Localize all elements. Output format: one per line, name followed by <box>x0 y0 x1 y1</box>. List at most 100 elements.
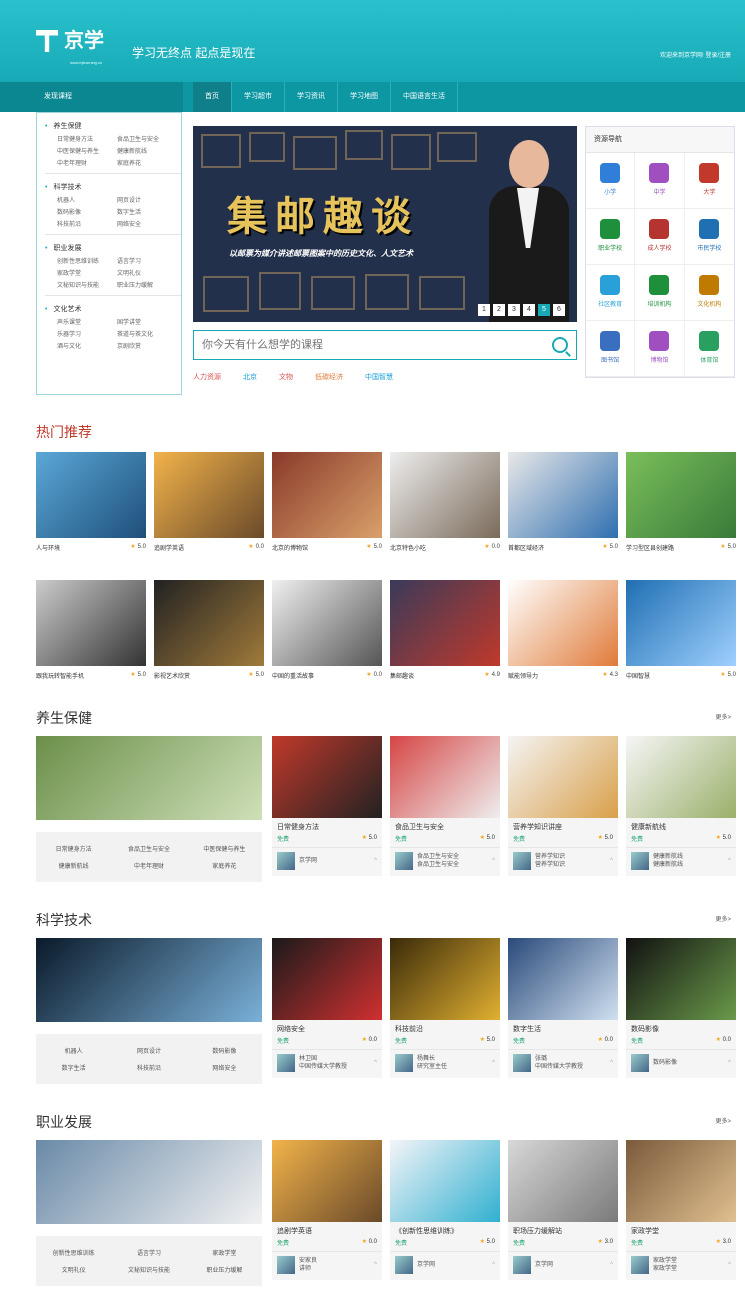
course-title[interactable]: 网络安全 <box>272 1020 382 1036</box>
course-card[interactable]: 学习型区县创建路 ★ 5.0 <box>626 452 736 552</box>
course-thumbnail[interactable] <box>626 580 736 666</box>
section-feature-image[interactable] <box>36 938 262 1022</box>
course-thumbnail[interactable] <box>508 580 618 666</box>
course-thumbnail[interactable] <box>390 580 500 666</box>
hot-word-link[interactable]: 中国智慧 <box>365 372 393 382</box>
category-link[interactable]: 职业压力缓解 <box>117 280 177 289</box>
category-link[interactable]: 酒与文化 <box>57 341 117 350</box>
section-tag[interactable]: 机器人 <box>36 1042 111 1059</box>
chevron-up-icon[interactable]: ^ <box>374 1060 377 1066</box>
course-card[interactable]: 首都区域经济 ★ 5.0 <box>508 452 618 552</box>
chevron-up-icon[interactable]: ^ <box>374 858 377 864</box>
course-title[interactable]: 职场压力缓解站 <box>508 1222 618 1238</box>
section-tag[interactable]: 创新性思维训练 <box>36 1244 111 1261</box>
section-course-card[interactable]: 网络安全 免费 ★ 0.0 林卫国 中国传媒大学教授 ^ <box>272 938 382 1078</box>
banner-page-dot[interactable]: 3 <box>508 304 520 316</box>
section-tag[interactable]: 家庭养花 <box>187 857 262 874</box>
search-input[interactable] <box>194 331 534 359</box>
section-course-card[interactable]: 职场压力缓解站 免费 ★ 3.0 京学网 ^ <box>508 1140 618 1280</box>
category-link[interactable]: 声乐课堂 <box>57 317 117 326</box>
course-name[interactable]: 北京的博物馆 <box>272 543 308 552</box>
course-title[interactable]: 追剧学英语 <box>272 1222 382 1238</box>
course-thumbnail[interactable] <box>626 452 736 538</box>
category-link[interactable]: 日常健身方法 <box>57 134 117 143</box>
chevron-up-icon[interactable]: ^ <box>728 1262 731 1268</box>
category-link[interactable]: 数字生活 <box>117 207 177 216</box>
category-link[interactable]: 科技前沿 <box>57 219 117 228</box>
course-title[interactable]: 数码影像 <box>626 1020 736 1036</box>
course-title[interactable]: 家政学堂 <box>626 1222 736 1238</box>
course-thumbnail[interactable] <box>154 580 264 666</box>
course-name[interactable]: 集邮趣谈 <box>390 671 414 680</box>
category-link[interactable]: 文明礼仪 <box>117 268 177 277</box>
resource-item[interactable]: 体育馆 <box>684 321 734 377</box>
discover-courses-button[interactable]: 发现课程 <box>0 82 183 112</box>
course-card[interactable]: 追剧学英语 ★ 0.0 <box>154 452 264 552</box>
category-link[interactable]: 国学讲堂 <box>117 317 177 326</box>
section-course-card[interactable]: 健康新航线 免费 ★ 5.0 健康新航线 健康新航线 ^ <box>626 736 736 876</box>
banner-page-dot[interactable]: 5 <box>538 304 550 316</box>
course-card[interactable]: 跟我玩转智能手机 ★ 5.0 <box>36 580 146 680</box>
course-title[interactable]: 数字生活 <box>508 1020 618 1036</box>
course-card[interactable]: 人与环境 ★ 5.0 <box>36 452 146 552</box>
section-tag[interactable]: 职业压力缓解 <box>187 1261 262 1278</box>
chevron-up-icon[interactable]: ^ <box>492 1262 495 1268</box>
section-course-card[interactable]: 食品卫生与安全 免费 ★ 5.0 食品卫生与安全 食品卫生与安全 ^ <box>390 736 500 876</box>
course-card[interactable]: 中国的重活故事 ★ 0.0 <box>272 580 382 680</box>
chevron-up-icon[interactable]: ^ <box>610 1060 613 1066</box>
chevron-up-icon[interactable]: ^ <box>374 1262 377 1268</box>
category-link[interactable]: 机器人 <box>57 195 117 204</box>
course-title[interactable]: 日常健身方法 <box>272 818 382 834</box>
more-link[interactable]: 更多> <box>715 1116 731 1125</box>
resource-item[interactable]: 大学 <box>684 153 734 209</box>
course-name[interactable]: 跟我玩转智能手机 <box>36 671 84 680</box>
category-link[interactable]: 家政学堂 <box>57 268 117 277</box>
nav-learning-market[interactable]: 学习超市 <box>232 82 285 112</box>
banner-page-dot[interactable]: 4 <box>523 304 535 316</box>
section-course-card[interactable]: 家政学堂 免费 ★ 3.0 家政学堂 家政学堂 ^ <box>626 1140 736 1280</box>
category-title[interactable]: 科学技术 <box>45 182 181 192</box>
category-link[interactable]: 网络安全 <box>117 219 177 228</box>
nav-learning-news[interactable]: 学习资讯 <box>285 82 338 112</box>
course-title[interactable]: 食品卫生与安全 <box>390 818 500 834</box>
section-tag[interactable]: 中老年理财 <box>111 857 186 874</box>
section-course-card[interactable]: 《创新性思维训练》 免费 ★ 5.0 京学网 ^ <box>390 1140 500 1280</box>
course-card[interactable]: 赋能领导力 ★ 4.3 <box>508 580 618 680</box>
search-icon[interactable] <box>552 337 568 353</box>
course-thumbnail[interactable] <box>36 452 146 538</box>
course-name[interactable]: 中国智慧 <box>626 671 650 680</box>
section-course-card[interactable]: 日常健身方法 免费 ★ 5.0 京学网 ^ <box>272 736 382 876</box>
course-thumbnail[interactable] <box>272 580 382 666</box>
section-tag[interactable]: 科技前沿 <box>111 1059 186 1076</box>
course-card[interactable]: 集邮趣谈 ★ 4.9 <box>390 580 500 680</box>
category-link[interactable]: 创新性思维训练 <box>57 256 117 265</box>
category-link[interactable]: 健康新航线 <box>117 146 177 155</box>
course-title[interactable]: 《创新性思维训练》 <box>390 1222 500 1238</box>
section-tag[interactable]: 文明礼仪 <box>36 1261 111 1278</box>
course-card[interactable]: 影视艺术欣赏 ★ 5.0 <box>154 580 264 680</box>
section-tag[interactable]: 数字生活 <box>36 1059 111 1076</box>
resource-item[interactable]: 博物馆 <box>635 321 685 377</box>
category-title[interactable]: 养生保健 <box>45 121 181 131</box>
section-tag[interactable]: 中医保健与养生 <box>187 840 262 857</box>
hot-word-link[interactable]: 北京 <box>243 372 257 382</box>
course-name[interactable]: 首都区域经济 <box>508 543 544 552</box>
category-link[interactable]: 网页设计 <box>117 195 177 204</box>
nav-learning-map[interactable]: 学习地图 <box>338 82 391 112</box>
section-tag[interactable]: 数码影像 <box>187 1042 262 1059</box>
hot-word-link[interactable]: 人力资源 <box>193 372 221 382</box>
resource-item[interactable]: 职业学校 <box>586 209 636 265</box>
banner-page-dot[interactable]: 6 <box>553 304 565 316</box>
course-title[interactable]: 科技前沿 <box>390 1020 500 1036</box>
section-course-card[interactable]: 数码影像 免费 ★ 0.0 数码影像 ^ <box>626 938 736 1078</box>
course-name[interactable]: 人与环境 <box>36 543 60 552</box>
course-name[interactable]: 追剧学英语 <box>154 543 184 552</box>
course-name[interactable]: 赋能领导力 <box>508 671 538 680</box>
category-link[interactable]: 京剧欣赏 <box>117 341 177 350</box>
section-course-card[interactable]: 营养学知识讲座 免费 ★ 5.0 营养学知识 营养学知识 ^ <box>508 736 618 876</box>
resource-item[interactable]: 文化机构 <box>684 265 734 321</box>
course-thumbnail[interactable] <box>154 452 264 538</box>
section-tag[interactable]: 食品卫生与安全 <box>111 840 186 857</box>
category-link[interactable]: 数码影像 <box>57 207 117 216</box>
course-name[interactable]: 中国的重活故事 <box>272 671 314 680</box>
